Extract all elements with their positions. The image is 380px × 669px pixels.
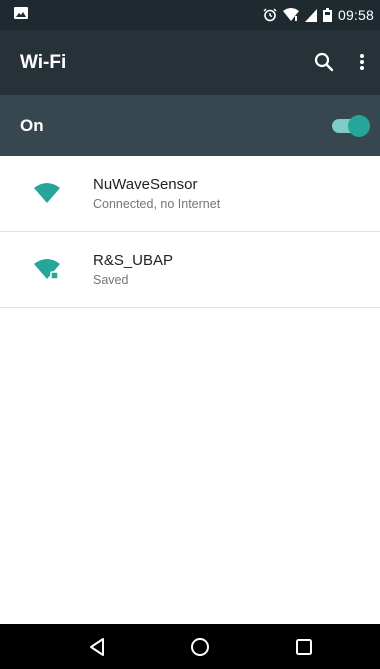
status-icons: 09:58 xyxy=(263,5,374,25)
network-item-rs-ubap[interactable]: R&S_UBAP Saved xyxy=(0,232,380,308)
search-icon[interactable] xyxy=(312,50,336,74)
network-name: NuWaveSensor xyxy=(93,176,198,193)
wifi-signal-icon xyxy=(282,8,299,21)
network-status: Saved xyxy=(93,273,129,287)
wifi-master-switch-bar[interactable]: On xyxy=(0,95,380,156)
page-title: Wi-Fi xyxy=(20,52,67,73)
network-status: Connected, no Internet xyxy=(93,197,221,211)
switch-thumb xyxy=(348,115,370,137)
wifi-secured-icon xyxy=(34,259,60,280)
status-bar: 09:58 xyxy=(0,0,380,30)
alarm-icon xyxy=(263,8,277,22)
app-toolbar: Wi-Fi xyxy=(0,30,380,95)
cell-signal-icon xyxy=(304,9,317,22)
back-icon[interactable] xyxy=(86,636,108,658)
clock: 09:58 xyxy=(337,7,374,23)
battery-icon xyxy=(322,8,332,22)
more-vert-icon[interactable] xyxy=(350,50,374,74)
switch-label: On xyxy=(20,116,44,135)
image-notification-icon xyxy=(14,7,28,19)
recents-icon[interactable] xyxy=(293,636,315,658)
wifi-full-icon xyxy=(34,183,60,203)
wifi-toggle-switch[interactable] xyxy=(332,114,370,138)
home-icon[interactable] xyxy=(189,636,211,658)
network-name: R&S_UBAP xyxy=(93,252,174,269)
navigation-bar xyxy=(0,624,380,669)
network-list: NuWaveSensor Connected, no Internet R&S_… xyxy=(0,156,380,308)
network-item-nuwavesensor[interactable]: NuWaveSensor Connected, no Internet xyxy=(0,156,380,232)
